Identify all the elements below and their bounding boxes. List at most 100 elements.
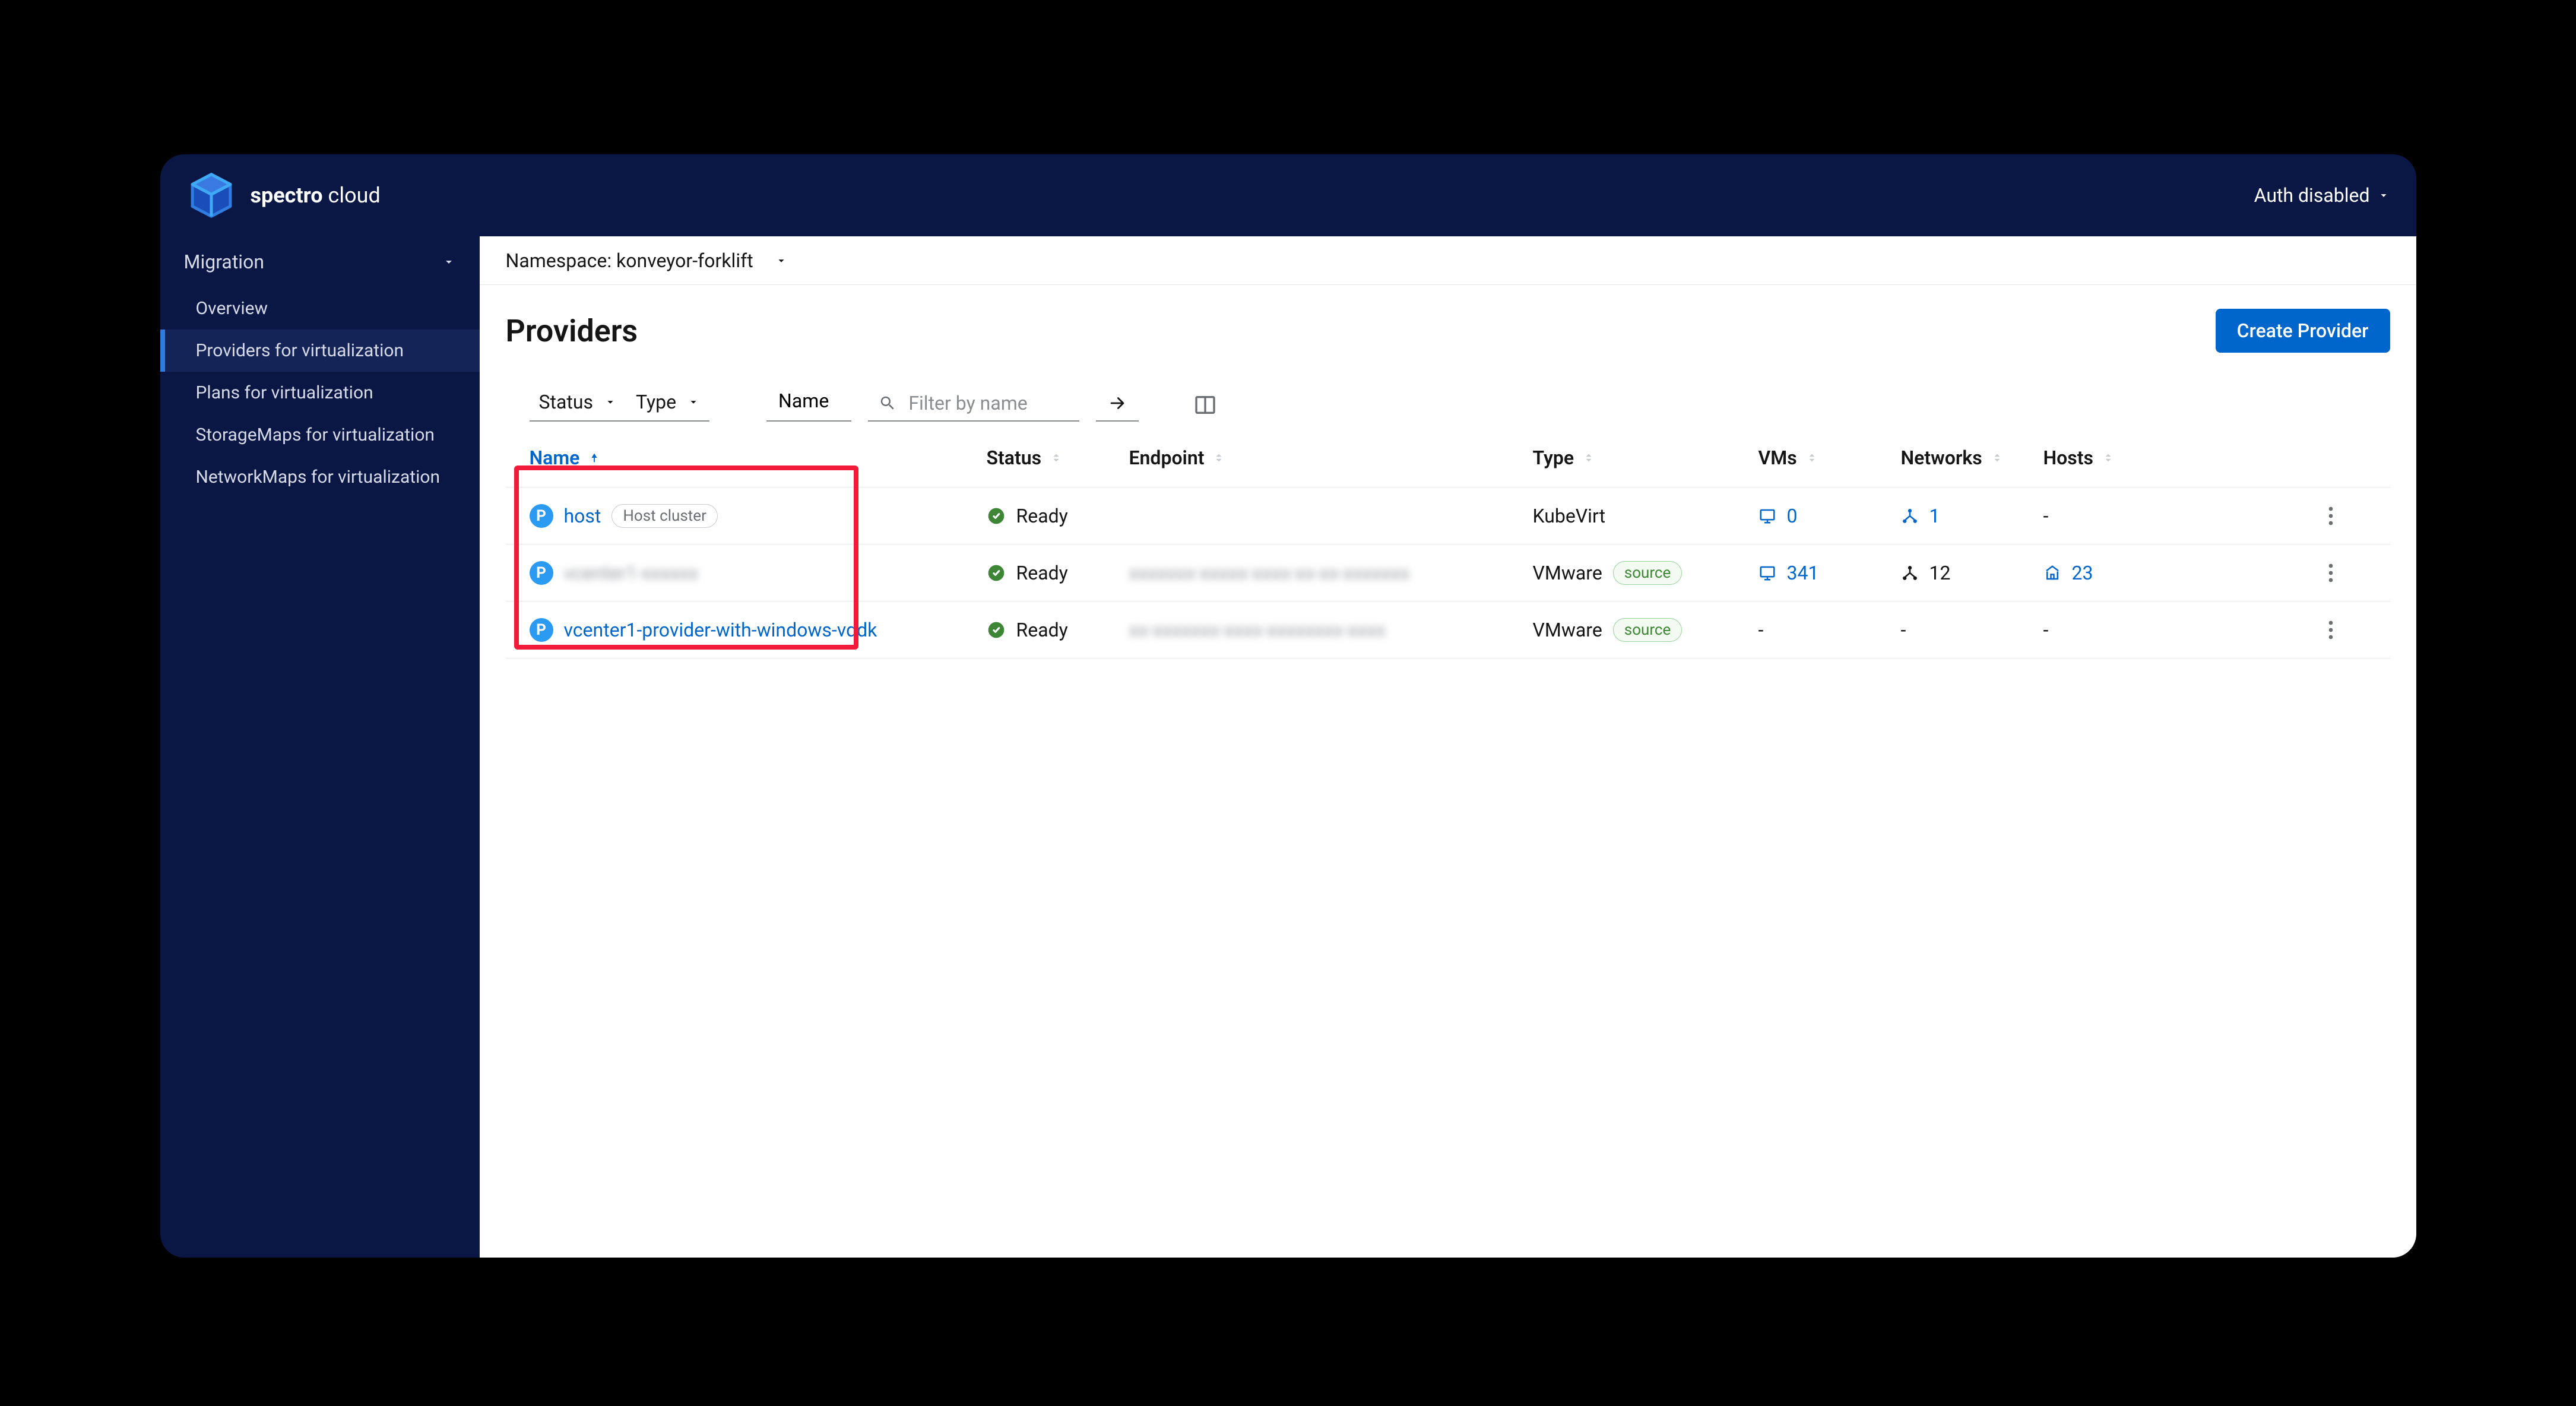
cell-networks[interactable]: 1 bbox=[1901, 505, 2043, 527]
filter-type[interactable]: Type bbox=[626, 384, 709, 420]
sidebar-item-label: StorageMaps for virtualization bbox=[196, 425, 435, 445]
cell-name: P host Host cluster bbox=[530, 504, 987, 528]
provider-badge-icon: P bbox=[530, 504, 553, 528]
sort-icon bbox=[1582, 451, 1595, 464]
filter-group-facets: Status Type bbox=[530, 384, 710, 422]
create-provider-button[interactable]: Create Provider bbox=[2216, 309, 2390, 353]
namespace-selector[interactable]: Namespace: konveyor-forklift bbox=[480, 236, 2416, 285]
cell-status: Ready bbox=[987, 562, 1129, 584]
check-circle-icon bbox=[987, 620, 1006, 639]
main-content: Namespace: konveyor-forklift Providers C… bbox=[480, 236, 2416, 1258]
filter-input-wrap bbox=[868, 386, 1079, 422]
network-icon bbox=[1901, 564, 1919, 582]
cell-type: VMware source bbox=[1533, 618, 1758, 642]
sidebar-item-networkmaps[interactable]: NetworkMaps for virtualization bbox=[160, 456, 480, 498]
kebab-icon bbox=[2328, 563, 2333, 582]
columns-button[interactable] bbox=[1189, 388, 1222, 422]
table-row: P vcenter1-xxxxxx Ready xxxxxxx-xxxxx-xx… bbox=[506, 544, 2390, 601]
cell-actions bbox=[2319, 561, 2366, 585]
cell-status: Ready bbox=[987, 619, 1129, 641]
cell-networks: - bbox=[1901, 619, 2043, 641]
logo-icon bbox=[186, 170, 236, 220]
cell-networks: 12 bbox=[1901, 562, 2043, 584]
cell-actions bbox=[2319, 504, 2366, 528]
col-status[interactable]: Status bbox=[987, 446, 1129, 469]
sidebar: Migration Overview Providers for virtual… bbox=[160, 236, 480, 1258]
provider-link[interactable]: vcenter1-provider-with-windows-vddk bbox=[564, 619, 877, 641]
col-vms[interactable]: VMs bbox=[1758, 446, 1901, 469]
sidebar-section-label: Migration bbox=[184, 251, 264, 273]
filter-name-select[interactable]: Name bbox=[766, 381, 851, 422]
cell-name: P vcenter1-xxxxxx bbox=[530, 561, 987, 585]
provider-badge-icon: P bbox=[530, 561, 553, 585]
search-icon bbox=[879, 394, 896, 412]
check-circle-icon bbox=[987, 563, 1006, 582]
sort-icon bbox=[1805, 451, 1818, 464]
row-actions-button[interactable] bbox=[2319, 618, 2343, 642]
provider-badge-icon: P bbox=[530, 618, 553, 642]
sort-icon bbox=[2102, 451, 2115, 464]
table-header: Name Status Endpoint Type bbox=[506, 429, 2390, 487]
sidebar-item-overview[interactable]: Overview bbox=[160, 287, 480, 330]
cell-vms: - bbox=[1758, 619, 1901, 641]
caret-down-icon bbox=[2377, 189, 2390, 202]
sort-icon bbox=[1991, 451, 2004, 464]
sidebar-item-providers[interactable]: Providers for virtualization bbox=[160, 330, 480, 372]
vm-icon bbox=[1758, 564, 1776, 582]
provider-link[interactable]: vcenter1-xxxxxx bbox=[564, 562, 699, 584]
vm-icon bbox=[1758, 507, 1776, 525]
col-hosts[interactable]: Hosts bbox=[2043, 446, 2186, 469]
cell-vms[interactable]: 0 bbox=[1758, 505, 1901, 527]
filter-bar: Status Type Name bbox=[480, 367, 2416, 429]
caret-down-icon bbox=[775, 254, 788, 267]
row-actions-button[interactable] bbox=[2319, 504, 2343, 528]
sidebar-item-label: Overview bbox=[196, 298, 268, 319]
sidebar-item-label: Plans for virtualization bbox=[196, 382, 373, 403]
cell-endpoint: xx-xxxxxxx-xxxx-xxxxxxxx-xxxx bbox=[1129, 619, 1533, 641]
col-type[interactable]: Type bbox=[1533, 446, 1758, 469]
caret-down-icon bbox=[687, 395, 700, 408]
providers-table: Name Status Endpoint Type bbox=[480, 429, 2416, 658]
sidebar-item-label: Providers for virtualization bbox=[196, 340, 404, 361]
sort-asc-icon bbox=[588, 451, 601, 464]
sort-icon bbox=[1212, 451, 1225, 464]
app-window: spectro cloud Auth disabled Migration Ov… bbox=[160, 154, 2416, 1258]
network-icon bbox=[1901, 507, 1919, 525]
col-name[interactable]: Name bbox=[530, 446, 987, 469]
columns-icon bbox=[1193, 393, 1217, 417]
filter-submit-button[interactable] bbox=[1096, 386, 1139, 422]
sidebar-item-label: NetworkMaps for virtualization bbox=[196, 467, 441, 487]
filter-name-input[interactable] bbox=[908, 392, 1069, 414]
arrow-right-icon bbox=[1107, 393, 1127, 413]
auth-menu[interactable]: Auth disabled bbox=[2254, 184, 2390, 207]
sidebar-section-migration[interactable]: Migration bbox=[160, 236, 480, 287]
filter-status[interactable]: Status bbox=[530, 384, 627, 420]
page-header: Providers Create Provider bbox=[480, 285, 2416, 367]
cell-hosts[interactable]: 23 bbox=[2043, 562, 2186, 584]
source-tag: source bbox=[1613, 618, 1683, 642]
chevron-down-icon bbox=[442, 255, 456, 269]
source-tag: source bbox=[1613, 561, 1683, 585]
host-icon bbox=[2043, 564, 2061, 582]
table-row: P host Host cluster Ready KubeVirt 0 bbox=[506, 487, 2390, 544]
cell-name: P vcenter1-provider-with-windows-vddk bbox=[530, 618, 987, 642]
kebab-icon bbox=[2328, 620, 2333, 639]
row-actions-button[interactable] bbox=[2319, 561, 2343, 585]
col-networks[interactable]: Networks bbox=[1901, 446, 2043, 469]
topbar: spectro cloud Auth disabled bbox=[160, 154, 2416, 236]
table-row: P vcenter1-provider-with-windows-vddk Re… bbox=[506, 601, 2390, 658]
cell-actions bbox=[2319, 618, 2366, 642]
sidebar-item-storagemaps[interactable]: StorageMaps for virtualization bbox=[160, 414, 480, 456]
cell-endpoint: xxxxxxx-xxxxx-xxxx-xx-xx-xxxxxxx bbox=[1129, 562, 1533, 584]
sort-icon bbox=[1050, 451, 1063, 464]
auth-label: Auth disabled bbox=[2254, 184, 2370, 207]
col-endpoint[interactable]: Endpoint bbox=[1129, 446, 1533, 469]
sidebar-item-plans[interactable]: Plans for virtualization bbox=[160, 372, 480, 414]
cell-status: Ready bbox=[987, 505, 1129, 527]
check-circle-icon bbox=[987, 506, 1006, 525]
provider-link[interactable]: host bbox=[564, 505, 601, 527]
body: Migration Overview Providers for virtual… bbox=[160, 236, 2416, 1258]
caret-down-icon bbox=[604, 395, 617, 408]
cell-vms[interactable]: 341 bbox=[1758, 562, 1901, 584]
brand-logo: spectro cloud bbox=[186, 170, 381, 220]
